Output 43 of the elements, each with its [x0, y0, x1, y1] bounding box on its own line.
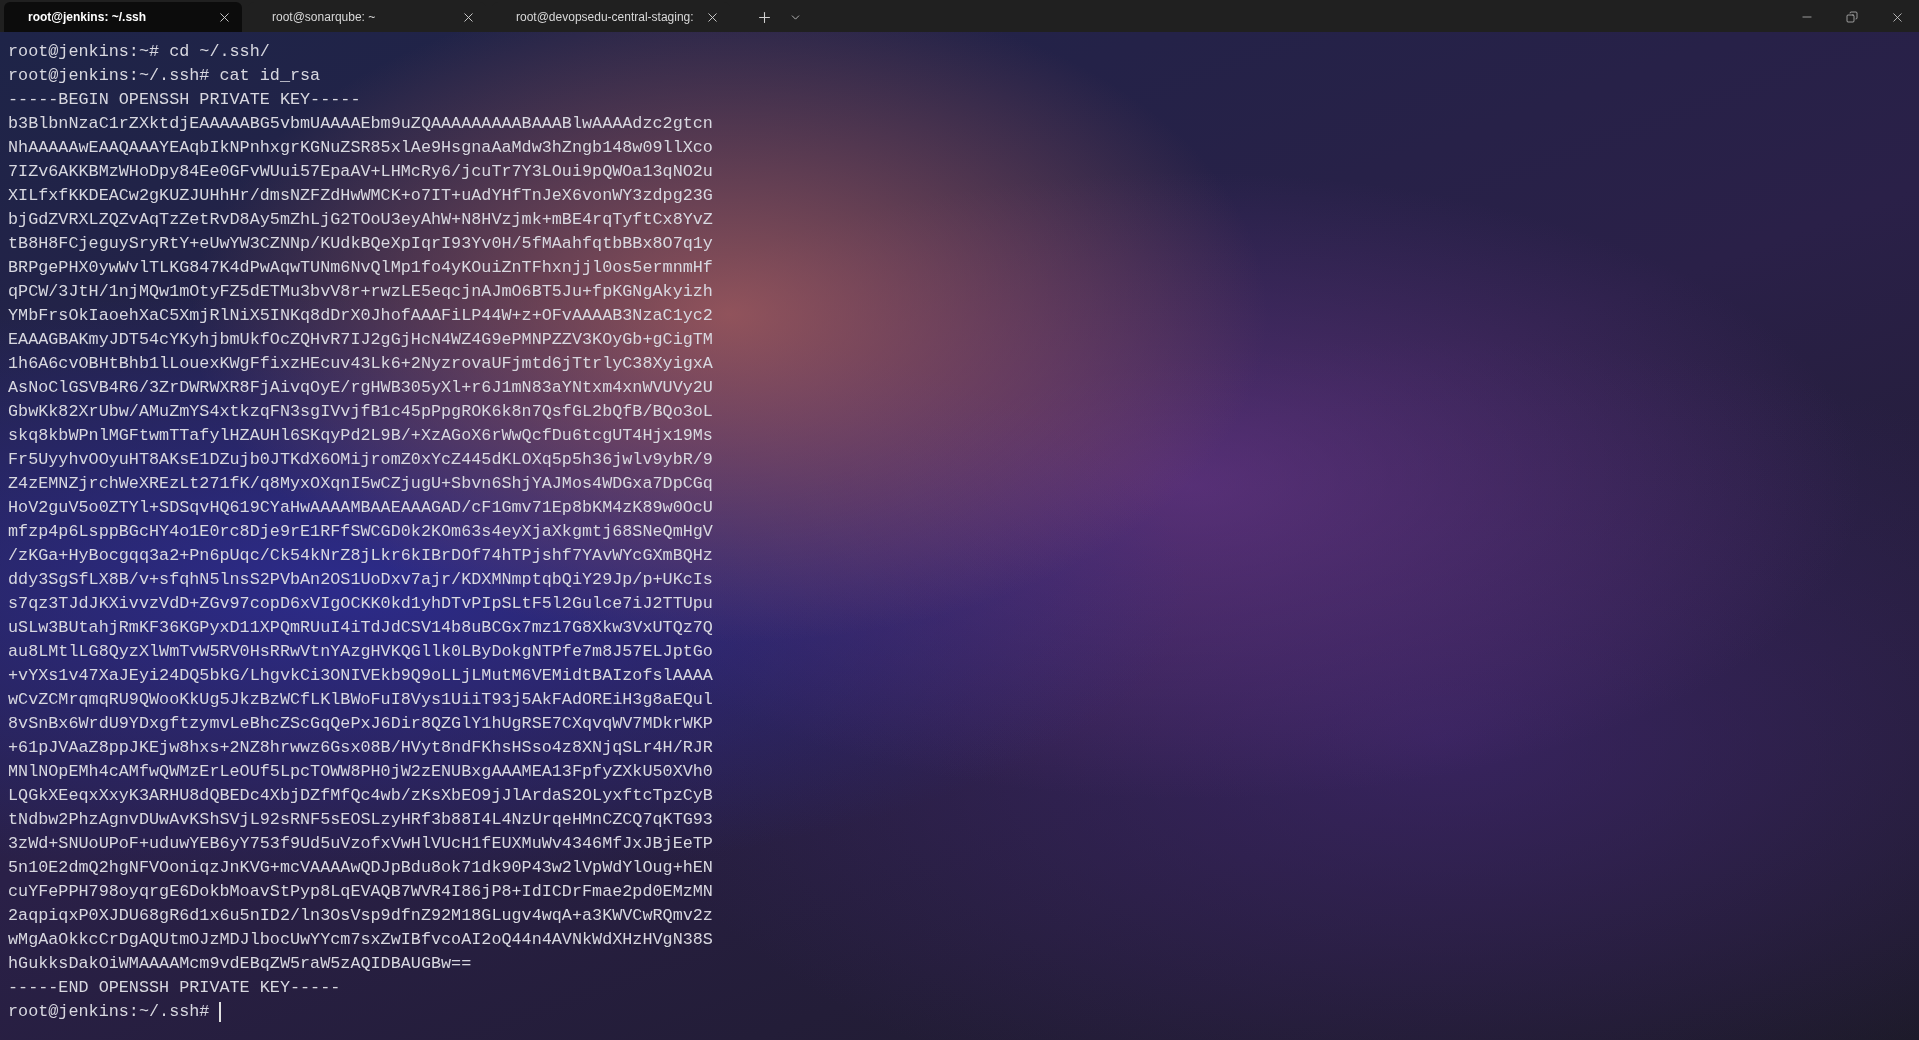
terminal-line: /zKGa+HyBocgqq3a2+Pn6pUqc/Ck54kNrZ8jLkr6kIBrDOf74hTPjshf7YAvWYcGXmBQHz [8, 545, 713, 567]
terminal-line: -----BEGIN OPENSSH PRIVATE KEY----- [8, 89, 361, 111]
terminal-line: MNlNOpEMh4cAMfwQWMzErLeOUf5LpcTOWW8PH0jW2zENUBxgAAAMEA13FpfyZXkU50XVh0 [8, 761, 713, 783]
terminal-line: wMgAaOkkcCrDgAQUtmOJzMDJlbocUwYYcm7sxZwIBfvcoAI2oQ44n4AVNkWdXHzHVgN38S [8, 929, 713, 951]
terminal-line: 3zWd+SNUoUPoF+uduwYEB6yY753f9Ud5uVzofxVwHlVUcH1fEUXMuWv4346MfJxJBjEeTP [8, 833, 713, 855]
terminal-line: root@jenkins:~# cd ~/.ssh/ [8, 41, 270, 63]
terminal-line: EAAAGBAKmyJDT54cYKyhjbmUkfOcZQHvR7IJ2gGjHcN4WZ4G9ePMNPZZV3KOyGb+gCigTM [8, 329, 713, 351]
terminal-line: b3BlbnNzaC1rZXktdjEAAAAABG5vbmUAAAAEbm9uZQAAAAAAAAABAAABlwAAAAdzc2gtcn [8, 113, 713, 135]
terminal-line: wCvZCMrqmqRU9QWooKkUg5JkzBzWCfLKlBWoFuI8Vys1UiiT93j5AkFAdOREiH3g8aEQul [8, 689, 713, 711]
terminal-line: NhAAAAAwEAAQAAAYEAqbIkNPnhxgrKGNuZSR85xlAe9HsgnaAaMdw3hZngb148w09llXco [8, 137, 713, 159]
terminal-line: qPCW/3JtH/1njMQw1mOtyFZ5dETMu3bvV8r+rwzLE5eqcjnAJmO6BT5Ju+fpKGNgAkyizh [8, 281, 713, 303]
terminal-line: root@jenkins:~/.ssh# [8, 1001, 210, 1023]
terminal-line: bjGdZVRXLZQZvAqTzZetRvD8Ay5mZhLjG2TOoU3eyAhW+N8HVzjmk+mBE4rqTyftCx8YvZ [8, 209, 713, 231]
terminal-line: +61pJVAaZ8ppJKEjw8hxs+2NZ8hrwwz6Gsx08B/HVyt8ndFKhsHSso4z8XNjqSLr4H/RJR [8, 737, 713, 759]
terminal-line: GbwKk82XrUbw/AMuZmYS4xtkzqFN3sgIVvjfB1c45pPpgROK6k8n7QsfGL2bQfB/BQo3oL [8, 401, 713, 423]
terminal-line: 2aqpiqxP0XJDU68gR6d1x6u5nID2/ln3OsVsp9dfnZ92M18GLugv4wqA+a3KWVCwRQmv2z [8, 905, 713, 927]
terminal-line: Z4zEMNZjrchWeXREzLt271fK/q8MyxOXqnI5wCZjugU+Sbvn6ShjYAJMos4WDGxa7DpCGq [8, 473, 713, 495]
terminal-line: LQGkXEeqxXxyK3ARHU8dQBEDc4XbjDZfMfQc4wb/zKsXbEO9jJlArdaS2OLyxftcTpzCyB [8, 785, 713, 807]
terminal-line: 5n10E2dmQ2hgNFVOoniqzJnKVG+mcVAAAAwQDJpBdu8ok71dk90P43w2lVpWdYlOug+hEN [8, 857, 713, 879]
terminal-line: cuYFePPH798oyqrgE6DokbMoavStPyp8LqEVAQB7WVR4I86jP8+IdICDrFmae2pd0EMzMN [8, 881, 713, 903]
terminal-line: tB8H8FCjeguySryRtY+eUwYW3CZNNp/KUdkBQeXpIqrI93Yv0H/5fMAahfqtbBBx8O7q1y [8, 233, 713, 255]
tab[interactable]: root@jenkins: ~/.ssh [4, 2, 242, 32]
terminal-line: skq8kbWPnlMGFtwmTTafylHZAUHl6SKqyPd2L9B/+XzAGoX6rWwQcfDu6tcgUT4Hjx19Ms [8, 425, 713, 447]
terminal-line: BRPgePHX0ywWvlTLKG847K4dPwAqwTUNm6NvQlMp1fo4yKOuiZnTFhxnjjl0os5ermnmHf [8, 257, 713, 279]
terminal-line: AsNoClGSVB4R6/3ZrDWRWXR8FjAivqOyE/rgHWB305yXl+r6J1mN83aYNtxm4xnWVUVy2U [8, 377, 713, 399]
restore-icon[interactable] [1846, 11, 1858, 23]
terminal-line: hGukksDakOiWMAAAAMcm9vdEBqZW5raW5zAQIDBAUGBw== [8, 953, 472, 975]
terminal-line: s7qz3TJdJKXivvzVdD+ZGv97copD6xVIgOCKK0kd1yhDTvPIpSLtF5l2Gulce7iJ2TTUpu [8, 593, 713, 615]
terminal-line: 8vSnBx6WrdU9YDxgftzymvLeBhcZScGqQePxJ6Dir8QZGlY1hUgRSE7CXqvqWV7MDkrWKP [8, 713, 713, 735]
terminal-line: au8LMtlLG8QyzXlWmTvW5RV0HsRRwVtnYAzgHVKQGllk0LByDokgNTPfe7m8J57ELJptGo [8, 641, 713, 663]
terminal-line: XILfxfKKDEACw2gKUZJUHhHr/dmsNZFZdHwWMCK+o7IT+uAdYHfTnJeX6vonWY3zdpg23G [8, 185, 713, 207]
terminal-line: mfzp4p6LsppBGcHY4o1E0rc8Dje9rE1RFfSWCGD0k2KOm63s4eyXjaXkgmtj68SNeQmHgV [8, 521, 713, 543]
terminal-line: 7IZv6AKKBMzWHoDpy84Ee0GFvWUui57EpaAV+LHMcRy6/jcuTr7Y3LOui9pQWOa13qNO2u [8, 161, 713, 183]
terminal-line: uSLw3BUtahjRmKF36KGPyxD11XPQmRUuI4iTdJdCSV14b8uBCGx7mz17G8Xkw3VxUTQz7Q [8, 617, 713, 639]
terminal-line: -----END OPENSSH PRIVATE KEY----- [8, 977, 341, 999]
terminal-line: 1h6A6cvOBHtBhb1lLouexKWgFfixzHEcuv43Lk6+2NyzrovaUFjmtd6jTtrlyC38XyigxA [8, 353, 713, 375]
terminal-line: HoV2guV5o0ZTYl+SDSqvHQ619CYaHwAAAAMBAAEAAAGAD/cF1Gmv71Ep8bKM4zK89w0OcU [8, 497, 713, 519]
terminal-line: +vYXs1v47XaJEyi24DQ5bkG/LhgvkCi3ONIVEkb9Q9oLLjLMutM6VEMidtBAIzofslAAAA [8, 665, 713, 687]
terminal-line: Fr5UyyhvOOyuHT8AKsE1DZujb0JTKdX6OMijromZ0xYcZ445dKLOXq5p5h36jwlv9ybR/9 [8, 449, 713, 471]
terminal-line: ddy3SgSfLX8B/v+sfqhN5lnsS2PVbAn2OS1UoDxv7ajr/KDXMNmptqbQiY29Jp/p+UKcIs [8, 569, 713, 591]
terminal-line: tNdbw2PhzAgnvDUwAvKShSVjL92sRNF5sEOSLzyHRf3b88I4L4NzUrqeHMnCZCQ7qKTG93 [8, 809, 713, 831]
terminal-line: YMbFrsOkIaoehXaC5XmjRlNiX5INKq8dDrX0JhofAAAFiLP44W+z+OFvAAAAB3NzaC1yc2 [8, 305, 713, 327]
terminal-line: root@jenkins:~/.ssh# cat id_rsa [8, 65, 321, 87]
